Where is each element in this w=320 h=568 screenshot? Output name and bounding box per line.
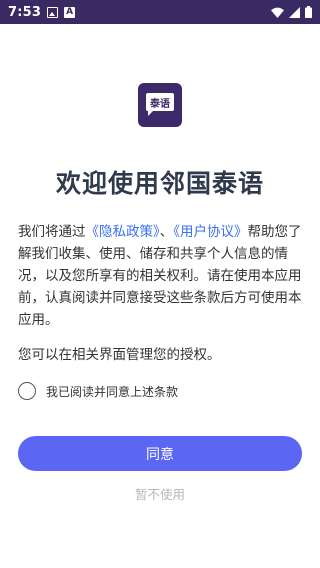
manage-authorization-text: 您可以在相关界面管理您的授权。 — [18, 347, 221, 363]
status-time: 7:53 — [8, 4, 42, 20]
status-left: 7:53 A — [8, 4, 76, 20]
wifi-icon — [271, 7, 284, 18]
signal-icon — [289, 6, 300, 18]
consent-radio[interactable] — [18, 382, 36, 400]
text-a-icon: A — [64, 6, 76, 18]
separator-text: 、 — [159, 224, 174, 240]
status-bar: 7:53 A — [0, 0, 320, 24]
privacy-consent-screen: 7:53 A 泰语 欢迎使用邻国泰语 我们将通过《隐私政策》、《用户协议》帮助您… — [0, 0, 320, 568]
intro-before-text: 我们将通过 — [18, 224, 86, 240]
logo-text: 泰语 — [150, 98, 170, 110]
consent-label: 我已阅读并同意上述条款 — [46, 384, 179, 399]
consent-row[interactable]: 我已阅读并同意上述条款 — [18, 380, 178, 402]
agree-button[interactable]: 同意 — [18, 436, 302, 471]
battery-icon — [305, 6, 312, 18]
chat-bubble-icon: 泰语 — [146, 93, 174, 111]
page-title: 欢迎使用邻国泰语 — [55, 169, 264, 198]
user-agreement-link[interactable]: 《用户协议》 — [173, 224, 247, 240]
intro-paragraph: 我们将通过《隐私政策》、《用户协议》帮助您了解我们收集、使用、储存和共享个人信息… — [18, 221, 304, 331]
decline-link[interactable]: 暂不使用 — [0, 484, 320, 503]
app-logo: 泰语 — [138, 83, 182, 127]
image-icon — [47, 6, 59, 18]
status-right — [271, 6, 312, 18]
privacy-policy-link[interactable]: 《隐私政策》 — [86, 224, 160, 240]
chat-bubble-tail-icon — [148, 110, 154, 116]
